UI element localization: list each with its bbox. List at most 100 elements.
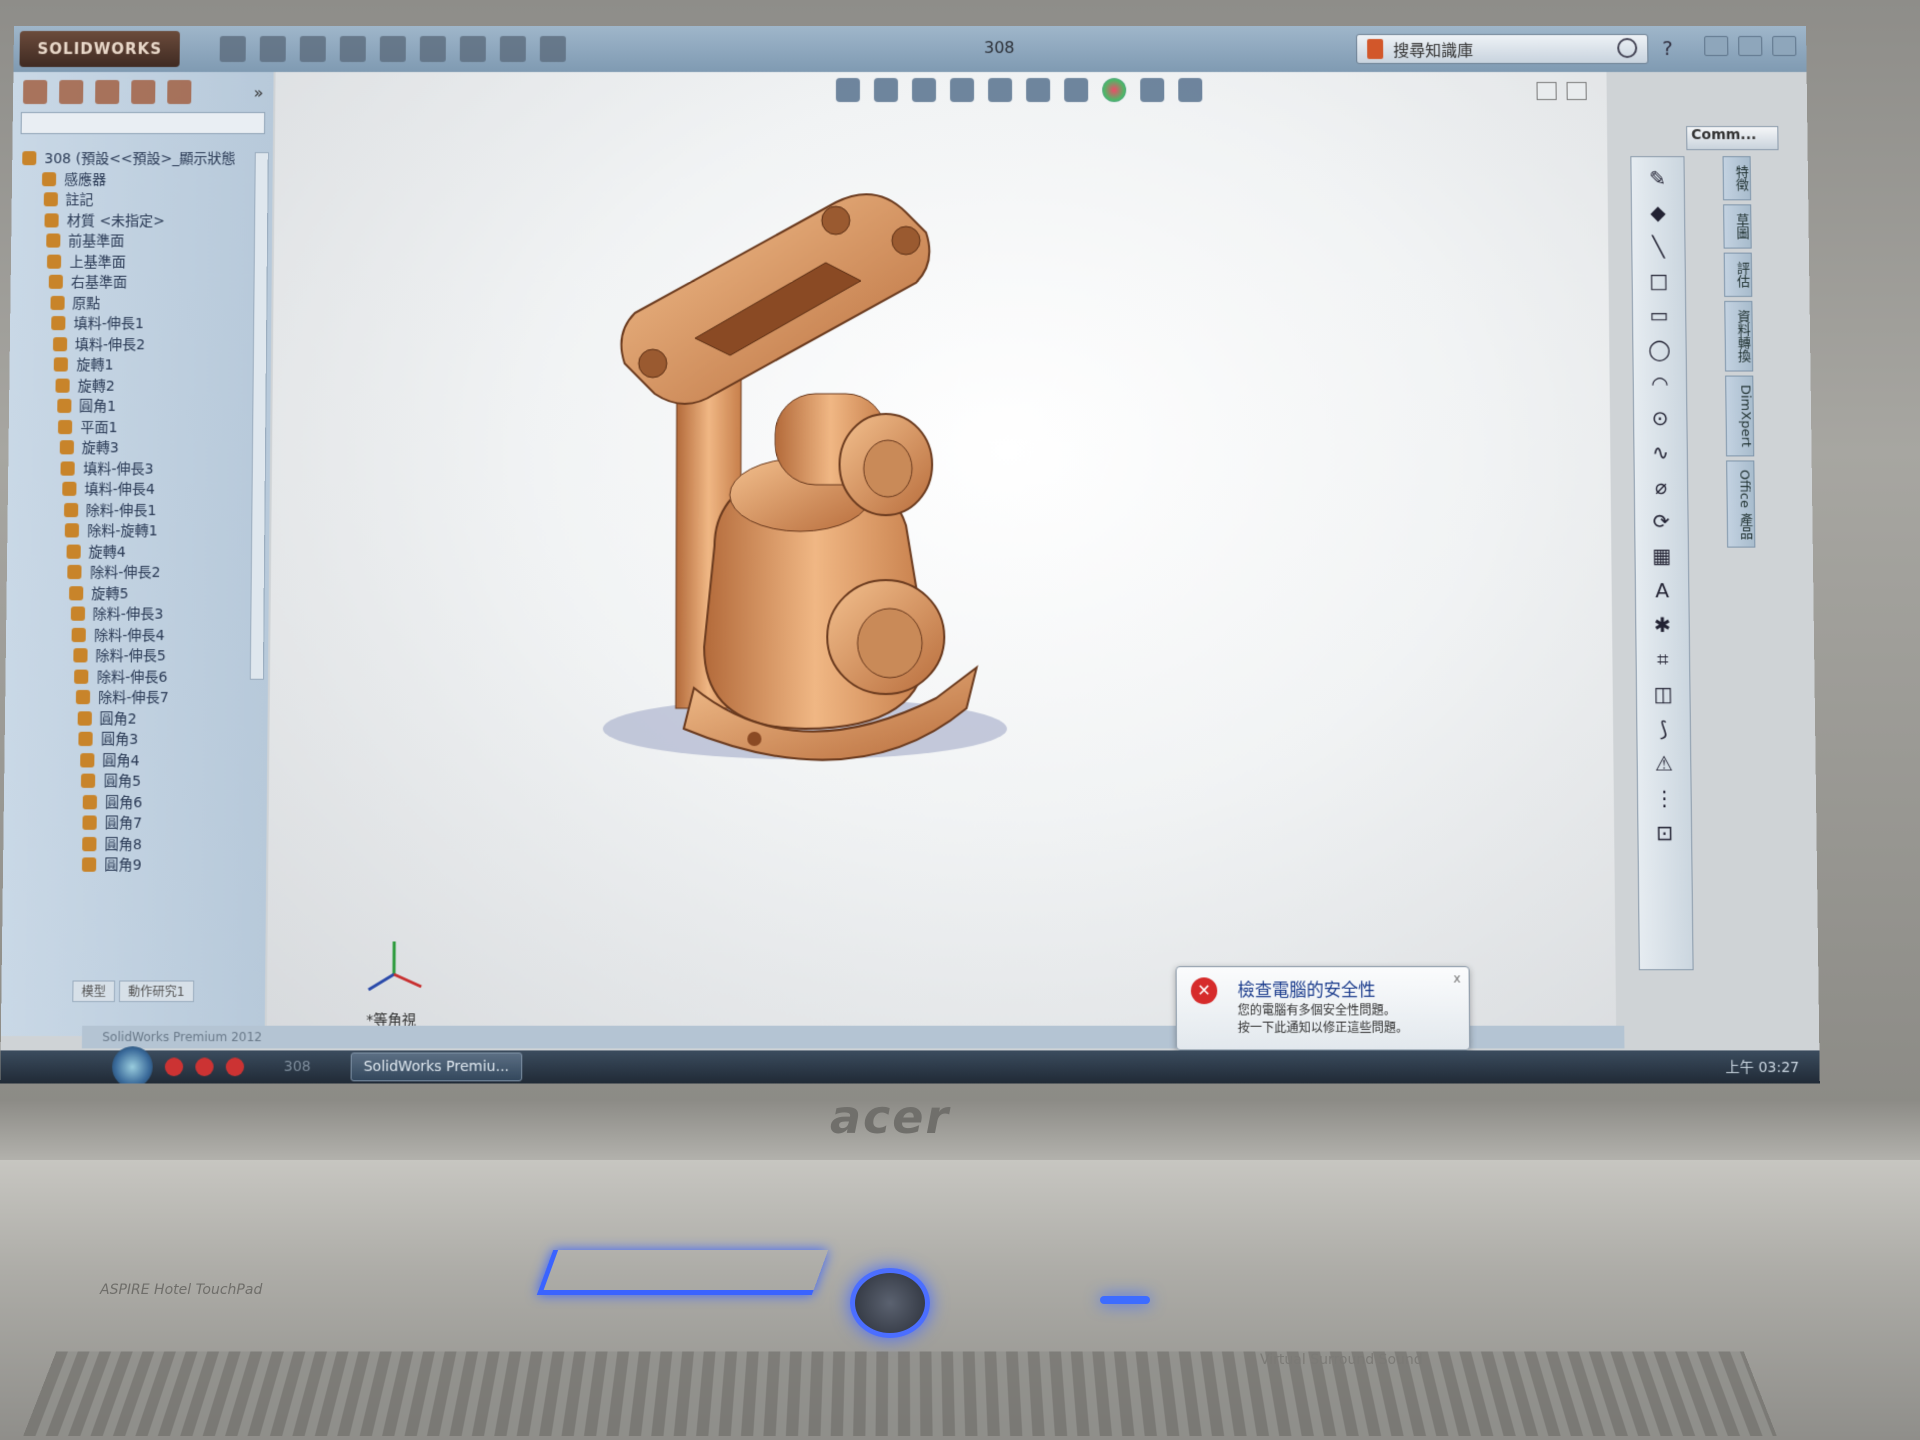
command-tab[interactable]: 資料轉換 <box>1724 300 1754 372</box>
tree-item[interactable]: 填料-伸長3 <box>18 458 260 479</box>
sketch-tool-icon[interactable]: ◠ <box>1647 371 1673 397</box>
sketch-tool-icon[interactable]: ⊙ <box>1647 405 1673 431</box>
sketch-tool-icon[interactable]: □ <box>1646 268 1672 294</box>
tree-item[interactable]: 除料-旋轉1 <box>17 520 259 541</box>
sketch-tool-icon[interactable]: ▭ <box>1646 302 1672 328</box>
command-tab[interactable]: 特徵 <box>1722 156 1752 201</box>
file-properties-icon[interactable] <box>499 35 526 62</box>
print-icon[interactable] <box>339 35 366 62</box>
sketch-tool-icon[interactable]: A <box>1649 577 1676 603</box>
viewport-maximize-button[interactable] <box>1566 82 1587 101</box>
tree-item[interactable]: 註記 <box>22 189 263 210</box>
sketch-tool-icon[interactable]: ⊡ <box>1651 820 1678 847</box>
open-folder-icon[interactable] <box>259 35 286 62</box>
undo-icon[interactable] <box>379 35 406 62</box>
graphics-viewport[interactable]: *等角視 <box>266 72 1617 1029</box>
minimize-button[interactable] <box>1704 35 1729 56</box>
tree-item[interactable]: 材質 <未指定> <box>21 210 262 231</box>
viewport-restore-button[interactable] <box>1536 82 1557 101</box>
maximize-button[interactable] <box>1738 35 1763 56</box>
tree-item[interactable]: 圓角3 <box>15 729 258 750</box>
taskbar-solidworks-button[interactable]: SolidWorks Premiu... <box>350 1052 523 1082</box>
more-tabs-icon[interactable]: » <box>253 83 263 102</box>
tree-item[interactable]: 除料-伸長3 <box>16 603 258 624</box>
tree-item[interactable]: 感應器 <box>22 169 263 190</box>
apply-scene-icon[interactable] <box>1140 78 1165 103</box>
tree-item[interactable]: 圓角9 <box>13 854 256 875</box>
quicklaunch-icon-1[interactable] <box>164 1057 184 1077</box>
tree-item[interactable]: 圓角5 <box>14 771 257 792</box>
tree-item[interactable]: 平面1 <box>19 416 261 437</box>
previous-view-icon[interactable] <box>912 78 937 103</box>
rebuild-icon[interactable] <box>459 35 486 62</box>
tree-item[interactable]: 旋轉4 <box>17 541 259 562</box>
taskbar-folder-button[interactable]: 308 <box>270 1052 324 1081</box>
tree-item[interactable]: 圓角8 <box>13 833 256 854</box>
tree-item[interactable]: 圓角1 <box>19 396 261 417</box>
tab-motion-study[interactable]: 動作研究1 <box>118 980 194 1003</box>
help-icon[interactable]: ? <box>1662 36 1673 60</box>
tree-item[interactable]: 右基準面 <box>21 272 262 293</box>
start-orb-icon[interactable] <box>111 1046 153 1084</box>
save-icon[interactable] <box>299 35 326 62</box>
quicklaunch-icon-2[interactable] <box>195 1057 214 1077</box>
tree-item[interactable]: 除料-伸長7 <box>15 687 258 708</box>
tree-item[interactable]: 圓角2 <box>15 708 258 729</box>
command-manager-title[interactable]: Comm... <box>1686 126 1779 151</box>
tree-item[interactable]: 圓角6 <box>14 791 257 812</box>
display-manager-tab-icon[interactable] <box>167 80 192 105</box>
tree-item[interactable]: 除料-伸長4 <box>16 624 258 645</box>
feature-manager-tab-icon[interactable] <box>22 80 48 105</box>
tree-item[interactable]: 除料-伸長6 <box>15 666 258 687</box>
tree-item[interactable]: 圓角7 <box>14 812 257 833</box>
power-button[interactable] <box>850 1268 930 1338</box>
section-view-icon[interactable] <box>950 78 975 103</box>
sketch-tool-icon[interactable]: ⟆ <box>1650 715 1677 742</box>
sketch-tool-icon[interactable]: ◯ <box>1646 336 1672 362</box>
part-model[interactable] <box>593 162 1058 769</box>
tree-item[interactable]: 填料-伸長4 <box>18 479 260 500</box>
notification-close-icon[interactable]: x <box>1453 971 1460 985</box>
sketch-tool-icon[interactable]: ▦ <box>1649 543 1675 569</box>
tree-item[interactable]: 旋轉2 <box>19 375 260 396</box>
tree-item[interactable]: 填料-伸長1 <box>20 313 261 334</box>
tree-item[interactable]: 旋轉1 <box>20 354 261 375</box>
display-style-icon[interactable] <box>1026 78 1051 103</box>
quicklaunch-icon-3[interactable] <box>225 1057 245 1077</box>
command-tab[interactable]: DimXpert <box>1725 375 1755 457</box>
view-settings-icon[interactable] <box>1178 78 1203 103</box>
taskbar-clock[interactable]: 上午 03:27 <box>1725 1057 1799 1078</box>
options-icon[interactable] <box>539 35 566 62</box>
magnifier-icon[interactable] <box>1617 37 1638 58</box>
tree-item[interactable]: 旋轉5 <box>17 583 259 604</box>
sketch-tool-icon[interactable]: ✎ <box>1644 165 1670 191</box>
sketch-tool-icon[interactable]: ⋮ <box>1651 785 1678 812</box>
command-tab[interactable]: 草圖 <box>1723 204 1752 249</box>
tree-filter-input[interactable] <box>20 112 266 135</box>
sketch-tool-icon[interactable]: ✱ <box>1649 612 1676 638</box>
close-button[interactable] <box>1772 35 1797 56</box>
tree-item[interactable]: 圓角4 <box>14 750 257 771</box>
select-cursor-icon[interactable] <box>419 35 446 62</box>
zoom-to-area-icon[interactable] <box>873 78 898 103</box>
solidworks-logo[interactable]: SOLIDWORKS <box>19 30 180 67</box>
dimxpert-manager-tab-icon[interactable] <box>131 80 156 105</box>
tree-item[interactable]: 原點 <box>20 292 261 313</box>
sketch-tool-icon[interactable]: ⚠ <box>1651 750 1678 777</box>
sketch-tool-icon[interactable]: ⌀ <box>1648 474 1674 500</box>
knowledge-search-box[interactable]: 搜尋知識庫 <box>1356 33 1649 64</box>
tree-item[interactable]: 前基準面 <box>21 230 262 251</box>
tree-item[interactable]: 上基準面 <box>21 251 262 272</box>
sketch-tool-icon[interactable]: ◫ <box>1650 681 1677 707</box>
tab-model[interactable]: 模型 <box>72 980 116 1003</box>
hide-show-items-icon[interactable] <box>1064 78 1089 103</box>
tree-item[interactable]: 旋轉3 <box>18 437 260 458</box>
command-tab[interactable]: 評估 <box>1723 252 1753 297</box>
zoom-to-fit-icon[interactable] <box>835 78 860 103</box>
sketch-tool-icon[interactable]: ◆ <box>1645 199 1671 225</box>
configuration-manager-tab-icon[interactable] <box>95 80 120 105</box>
edit-appearance-icon[interactable] <box>1102 78 1127 103</box>
property-manager-tab-icon[interactable] <box>59 80 84 105</box>
sketch-tool-icon[interactable]: ⟳ <box>1648 508 1674 534</box>
sketch-tool-icon[interactable]: ⌗ <box>1650 646 1677 672</box>
